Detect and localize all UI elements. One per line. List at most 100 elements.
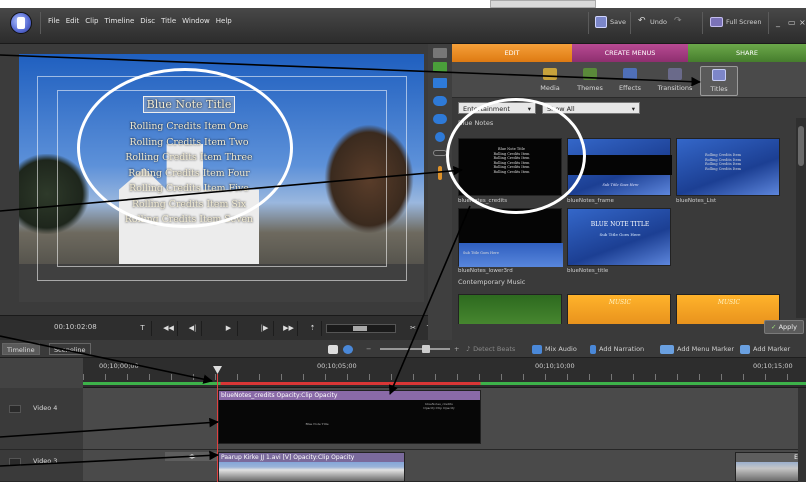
arrow-icon	[328, 344, 338, 354]
horizontal-text-icon[interactable]	[433, 62, 447, 72]
task-tabs: EDIT CREATE MENUS SHARE	[452, 44, 806, 62]
mix-audio-icon	[532, 344, 542, 354]
title-thumbnail[interactable]: Sub Title Goes Here	[458, 208, 563, 267]
menu-timeline[interactable]: Timeline	[105, 17, 135, 25]
menu-window[interactable]: Window	[182, 17, 210, 25]
zoom-slider-handle[interactable]	[422, 345, 430, 353]
add-menu-marker-button[interactable]: Add Menu Marker	[660, 343, 734, 355]
transition-marker[interactable]: ◀▶	[165, 452, 219, 461]
title-thumbnail[interactable]: MUSIC	[567, 294, 671, 324]
mix-audio-button[interactable]: Mix Audio	[532, 343, 577, 355]
track-toggle-icon[interactable]	[9, 458, 21, 466]
track-toggle-icon[interactable]	[9, 405, 21, 413]
track-video4[interactable]: blueNotes_credits Opacity:Clip Opacity b…	[83, 388, 806, 450]
effects-icon	[623, 68, 637, 80]
marker-icon	[740, 344, 750, 354]
menu-help[interactable]: Help	[216, 17, 232, 25]
toolbar-separator	[630, 12, 631, 34]
text-mode-button[interactable]: T	[134, 321, 152, 336]
selection-tool-button[interactable]	[328, 343, 338, 355]
tab-share[interactable]: SHARE	[688, 44, 806, 62]
clip-body: blueNotes_credits Opacity:Clip Opacity B…	[219, 400, 480, 443]
restore-button[interactable]: ▭	[788, 15, 796, 29]
thumb-label: blueNotes_lower3rd	[458, 268, 513, 274]
tab-sceneline[interactable]: Sceneline	[49, 343, 91, 355]
title-thumbnail[interactable]	[458, 294, 562, 324]
check-icon: ✓	[771, 323, 777, 331]
save-icon	[595, 16, 607, 28]
subtab-themes[interactable]: Themes	[571, 66, 609, 96]
shuttle-icon[interactable]: ⇡	[304, 321, 322, 336]
toolbar-separator	[702, 12, 703, 34]
clip-header[interactable]: Paarup Kirke JJ 1.avi [V] Opacity:Clip O…	[219, 453, 404, 462]
timeline-scrollbar[interactable]	[798, 388, 806, 482]
color-swatch-icon[interactable]	[438, 166, 442, 180]
fullscreen-button[interactable]: Full Screen	[710, 15, 762, 29]
apply-button[interactable]: ✓ Apply	[764, 320, 804, 334]
top-white-strip	[0, 0, 806, 8]
title-thumbnail[interactable]: Rolling Credits Item Rolling Credits Ite…	[676, 138, 780, 196]
close-button[interactable]: ×	[799, 15, 806, 29]
title-clip[interactable]: blueNotes_credits Opacity:Clip Opacity b…	[218, 390, 481, 444]
clip-header[interactable]: blueNotes_credits Opacity:Clip Opacity	[219, 391, 480, 400]
tab-create-menus[interactable]: CREATE MENUS	[572, 44, 688, 62]
subtab-transitions[interactable]: Transitions	[653, 66, 697, 96]
detect-beats-label: Detect Beats	[473, 345, 516, 353]
add-narration-button[interactable]: Add Narration	[590, 343, 644, 355]
group-heading: Contemporary Music	[458, 278, 526, 286]
add-marker-button[interactable]: Add Marker	[740, 343, 790, 355]
scrubber-handle[interactable]	[353, 326, 367, 331]
mix-audio-label: Mix Audio	[545, 345, 577, 353]
ellipse-tool-icon[interactable]	[433, 96, 447, 106]
zoom-in-button[interactable]: +	[454, 343, 459, 355]
redo-button[interactable]: ↷	[674, 15, 686, 29]
tab-edit[interactable]: EDIT	[452, 44, 572, 62]
time-ruler[interactable]: 00;10;00;00 00;10;05;00 00;10;10;00 00;1…	[83, 358, 806, 388]
undo-button[interactable]: ↶ Undo	[638, 15, 667, 29]
video-clip[interactable]: Eri	[735, 452, 806, 482]
playhead-line	[217, 374, 218, 482]
select-tool-icon[interactable]	[433, 48, 447, 58]
save-button[interactable]: Save	[595, 15, 626, 29]
render-status-bar	[83, 382, 806, 385]
scrollbar-thumb[interactable]	[798, 126, 804, 166]
app-logo-icon[interactable]	[10, 12, 32, 34]
video-clip[interactable]: Paarup Kirke JJ 1.avi [V] Opacity:Clip O…	[218, 452, 405, 482]
rounded-rect-tool-icon[interactable]	[433, 114, 447, 124]
shape-tool-icon[interactable]	[435, 132, 445, 142]
clip-header[interactable]: Eri	[736, 453, 805, 462]
track-video3[interactable]: ◀▶ Paarup Kirke JJ 1.avi [V] Opacity:Cli…	[83, 450, 806, 482]
menu-file[interactable]: File	[48, 17, 60, 25]
menu-title[interactable]: Title	[161, 17, 176, 25]
thumb-mini-text: Sub Title Goes Here	[463, 251, 499, 255]
track-header-video3: Video 3	[0, 450, 83, 482]
subtab-effects[interactable]: Effects	[611, 66, 649, 96]
menu-edit[interactable]: Edit	[66, 17, 80, 25]
menu-clip[interactable]: Clip	[85, 17, 98, 25]
minimize-button[interactable]: _	[776, 15, 780, 29]
timecode-display[interactable]: 00:10:02:08	[54, 323, 97, 331]
go-to-start-icon[interactable]: ◀◀	[160, 321, 178, 336]
zoom-out-button[interactable]: −	[366, 343, 371, 355]
subtab-media[interactable]: Media	[531, 66, 569, 96]
monitor-scrubber[interactable]	[326, 324, 396, 333]
step-forward-icon[interactable]: |▶	[256, 321, 274, 336]
panel-scrollbar[interactable]	[796, 118, 806, 318]
tab-timeline[interactable]: Timeline	[2, 343, 40, 355]
beats-icon: ♪	[466, 345, 471, 353]
step-back-icon[interactable]: ◀|	[184, 321, 202, 336]
line-tool-icon[interactable]	[433, 150, 447, 156]
menu-disc[interactable]: Disc	[140, 17, 155, 25]
go-to-end-icon[interactable]: ▶▶	[280, 321, 298, 336]
thumb-mini-text: Rolling Credits Item Rolling Credits Ite…	[705, 153, 741, 171]
detect-beats-button[interactable]: ♪ Detect Beats	[466, 343, 515, 355]
thumb-mini-text: MUSIC	[717, 299, 741, 306]
toolbar-separator	[40, 12, 41, 34]
monitor-preview[interactable]: Blue Note Title Rolling Credits Item One…	[19, 54, 424, 302]
rectangle-tool-icon[interactable]	[433, 78, 447, 88]
title-thumbnail[interactable]: BLUE NOTE TITLE Sub Title Goes Here	[567, 208, 671, 266]
subtab-titles[interactable]: Titles	[700, 66, 738, 96]
zoom-slider[interactable]	[380, 345, 450, 353]
time-stretch-button[interactable]	[343, 343, 353, 355]
play-icon[interactable]: ▶	[220, 321, 238, 336]
